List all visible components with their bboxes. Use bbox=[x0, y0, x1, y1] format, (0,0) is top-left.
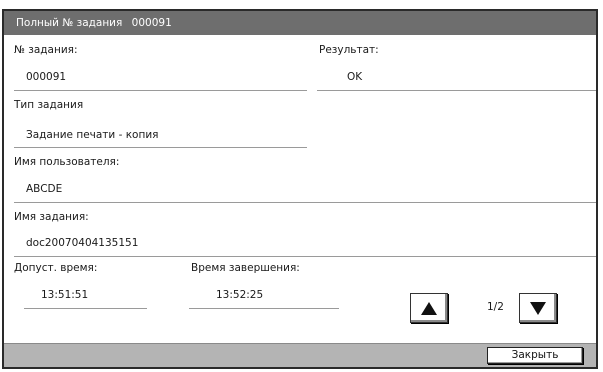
result-label: Результат: bbox=[319, 44, 379, 56]
job-type-value: Задание печати - копия bbox=[26, 129, 159, 141]
page-indicator: 1/2 bbox=[487, 301, 504, 313]
job-detail-panel: Полный № задания 000091 № задания: 00009… bbox=[2, 9, 598, 369]
title-job-number: 000091 bbox=[131, 17, 172, 29]
scroll-up-button[interactable] bbox=[410, 293, 448, 323]
title-text: Полный № задания bbox=[16, 17, 123, 29]
user-name-value: ABCDE bbox=[26, 183, 63, 195]
job-name-label: Имя задания: bbox=[14, 211, 89, 223]
down-arrow-icon bbox=[530, 301, 546, 315]
job-name-value: doc20070404135151 bbox=[26, 237, 139, 249]
end-time-label: Время завершения: bbox=[191, 262, 300, 274]
end-time-value: 13:52:25 bbox=[216, 289, 264, 301]
close-button[interactable]: Закрыть bbox=[487, 347, 583, 364]
job-number-value: 000091 bbox=[26, 71, 67, 83]
divider bbox=[14, 202, 596, 203]
divider bbox=[14, 256, 596, 257]
accept-time-label: Допуст. время: bbox=[14, 262, 98, 274]
footer-bar: Закрыть bbox=[4, 343, 596, 367]
divider bbox=[189, 308, 339, 309]
up-arrow-icon bbox=[421, 301, 437, 315]
divider bbox=[14, 147, 307, 148]
job-type-label: Тип задания bbox=[14, 99, 84, 111]
accept-time-value: 13:51:51 bbox=[41, 289, 89, 301]
result-value: OK bbox=[347, 71, 363, 83]
divider bbox=[24, 308, 147, 309]
divider bbox=[14, 90, 307, 91]
divider bbox=[317, 90, 596, 91]
title-bar: Полный № задания 000091 bbox=[4, 11, 596, 35]
scroll-down-button[interactable] bbox=[519, 293, 557, 323]
user-name-label: Имя пользователя: bbox=[14, 156, 120, 168]
job-number-label: № задания: bbox=[14, 44, 78, 56]
